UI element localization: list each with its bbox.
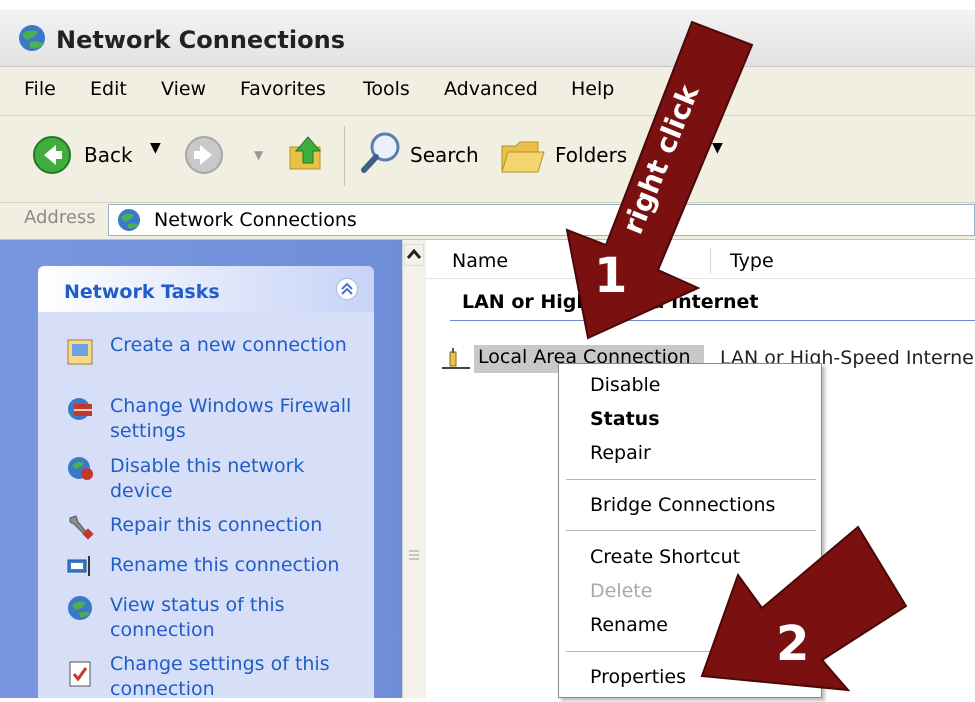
column-header-type[interactable]: Type bbox=[730, 250, 774, 272]
column-divider[interactable] bbox=[710, 248, 711, 274]
task-create-new-connection[interactable]: Create a new connection bbox=[110, 333, 360, 358]
menu-item-rename[interactable]: Rename bbox=[590, 614, 668, 636]
search-button-label[interactable]: Search bbox=[410, 143, 479, 167]
menu-item-disable[interactable]: Disable bbox=[590, 374, 660, 396]
menu-help[interactable]: Help bbox=[571, 78, 614, 100]
forward-dropdown-icon[interactable]: ▼ bbox=[254, 148, 263, 162]
column-header-bar bbox=[426, 244, 975, 279]
menu-separator bbox=[566, 530, 816, 531]
firewall-icon bbox=[68, 398, 92, 420]
rename-icon bbox=[67, 556, 90, 576]
views-dropdown-icon[interactable]: ▼ bbox=[712, 140, 723, 156]
menu-item-properties[interactable]: Properties bbox=[590, 666, 686, 688]
search-icon[interactable] bbox=[358, 130, 404, 176]
task-rename-connection[interactable]: Rename this connection bbox=[110, 553, 360, 578]
back-button-label[interactable]: Back bbox=[84, 143, 133, 167]
menu-advanced[interactable]: Advanced bbox=[444, 78, 538, 100]
menu-separator bbox=[566, 651, 816, 652]
menu-item-status[interactable]: Status bbox=[590, 408, 660, 430]
toolbar bbox=[0, 116, 975, 203]
task-change-settings[interactable]: Change settings of this connection bbox=[110, 652, 360, 702]
collapse-chevron-icon[interactable] bbox=[336, 278, 358, 300]
repair-icon bbox=[69, 515, 94, 540]
back-dropdown-icon[interactable]: ▼ bbox=[150, 140, 161, 156]
task-disable-network-device[interactable]: Disable this network device bbox=[110, 454, 360, 504]
menu-view[interactable]: View bbox=[161, 78, 206, 100]
menu-tools[interactable]: Tools bbox=[363, 78, 410, 100]
menu-item-repair[interactable]: Repair bbox=[590, 442, 651, 464]
menu-edit[interactable]: Edit bbox=[90, 78, 127, 100]
folders-icon[interactable] bbox=[500, 136, 546, 176]
scroll-up-icon[interactable] bbox=[404, 244, 424, 266]
group-heading: LAN or High-Speed Internet bbox=[462, 291, 759, 313]
menu-item-create-shortcut[interactable]: Create Shortcut bbox=[590, 546, 740, 568]
task-change-firewall-settings[interactable]: Change Windows Firewall settings bbox=[110, 394, 360, 444]
folders-button-label[interactable]: Folders bbox=[555, 143, 627, 167]
forward-arrow-icon[interactable] bbox=[184, 135, 224, 175]
column-header-name[interactable]: Name bbox=[452, 250, 508, 272]
network-connections-icon bbox=[118, 209, 140, 231]
menu-separator bbox=[566, 479, 816, 480]
group-divider bbox=[450, 320, 975, 321]
new-connection-icon bbox=[67, 339, 93, 365]
window-title: Network Connections bbox=[56, 26, 345, 54]
menu-file[interactable]: File bbox=[24, 78, 56, 100]
menu-favorites[interactable]: Favorites bbox=[240, 78, 326, 100]
lan-connection-icon bbox=[442, 348, 470, 369]
address-value: Network Connections bbox=[154, 209, 357, 231]
task-pane-scrollbar[interactable] bbox=[402, 240, 426, 698]
address-label: Address bbox=[24, 207, 96, 228]
back-arrow-icon[interactable] bbox=[32, 135, 72, 175]
menu-item-bridge-connections[interactable]: Bridge Connections bbox=[590, 494, 775, 516]
up-folder-icon[interactable] bbox=[286, 133, 328, 175]
task-view-status[interactable]: View status of this connection bbox=[110, 593, 360, 643]
menu-item-delete: Delete bbox=[590, 580, 653, 602]
status-icon bbox=[68, 596, 92, 620]
network-tasks-title: Network Tasks bbox=[64, 281, 220, 303]
disable-device-icon bbox=[68, 457, 93, 480]
task-repair-connection[interactable]: Repair this connection bbox=[110, 513, 360, 538]
scroll-grip-icon[interactable] bbox=[406, 546, 422, 564]
settings-icon bbox=[69, 661, 91, 687]
toolbar-separator bbox=[344, 126, 345, 186]
network-connections-icon bbox=[19, 25, 45, 51]
